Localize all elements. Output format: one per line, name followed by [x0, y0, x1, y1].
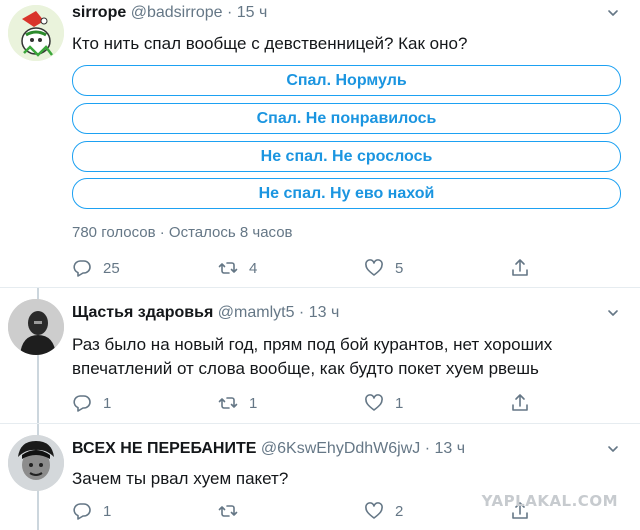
avatar[interactable] — [8, 435, 64, 491]
reply-count: 1 — [103, 502, 112, 520]
user-handle[interactable]: @mamlyt5 — [218, 304, 295, 321]
caret-down-icon[interactable] — [606, 6, 620, 20]
retweet-button[interactable] — [218, 500, 249, 522]
like-icon — [365, 259, 383, 276]
reply-button[interactable]: 1 — [72, 392, 111, 414]
timestamp[interactable]: 13 ч — [435, 440, 466, 457]
watermark: YAPLAKAL.COM — [481, 492, 618, 510]
tweet[interactable]: sirrope @badsirrope · 15 ч Кто нить спал… — [0, 0, 640, 288]
tweet-header: ВСЕХ НЕ ПЕРЕБАНИТЕ @6KswEhyDdhW6jwJ · 13… — [72, 440, 465, 458]
avatar[interactable] — [8, 299, 64, 355]
timestamp[interactable]: 15 ч — [237, 4, 268, 21]
poll-option[interactable]: Не спал. Ну ево нахой — [72, 178, 621, 209]
share-icon — [512, 259, 528, 276]
retweet-count: 1 — [249, 394, 258, 412]
retweet-icon — [218, 397, 238, 409]
like-icon — [365, 502, 383, 519]
tweet-actions: 1 2 — [72, 500, 542, 522]
retweet-count: 4 — [249, 259, 258, 277]
caret-down-icon[interactable] — [606, 306, 620, 320]
tweet[interactable]: Щастья здаровья @mamlyt5 · 13 ч Раз было… — [0, 288, 640, 424]
like-count: 5 — [395, 259, 404, 277]
tweet-header: Щастья здаровья @mamlyt5 · 13 ч — [72, 304, 339, 322]
like-button[interactable]: 1 — [364, 392, 403, 414]
tweet-text: Кто нить спал вообще с девственницей? Ка… — [72, 34, 468, 53]
reply-button[interactable]: 25 — [72, 257, 120, 279]
avatar[interactable] — [8, 5, 64, 61]
poll-option[interactable]: Спал. Нормуль — [72, 65, 621, 96]
display-name[interactable]: ВСЕХ НЕ ПЕРЕБАНИТЕ — [72, 440, 256, 457]
display-name[interactable]: Щастья здаровья — [72, 304, 213, 321]
timestamp[interactable]: 13 ч — [309, 304, 340, 321]
retweet-icon — [218, 505, 238, 517]
display-name[interactable]: sirrope — [72, 4, 126, 21]
separator-dot: · — [227, 4, 233, 21]
retweet-button[interactable]: 4 — [218, 257, 257, 279]
like-icon — [365, 394, 383, 411]
like-button[interactable]: 5 — [364, 257, 403, 279]
like-count: 2 — [395, 502, 404, 520]
reply-count: 25 — [103, 259, 120, 277]
reply-icon — [73, 260, 91, 277]
poll-option[interactable]: Спал. Не понравилось — [72, 103, 621, 134]
user-handle[interactable]: @6KswEhyDdhW6jwJ — [261, 440, 420, 457]
tweet-actions: 25 4 5 — [72, 257, 542, 279]
tweet-text: Раз было на новый год, прям под бой кура… — [72, 335, 553, 378]
reply-button[interactable]: 1 — [72, 500, 111, 522]
share-button[interactable] — [510, 392, 530, 414]
like-count: 1 — [395, 394, 404, 412]
reply-icon — [73, 503, 91, 520]
reply-count: 1 — [103, 394, 112, 412]
tweet-text: Зачем ты рвал хуем пакет? — [72, 469, 289, 488]
tweet-actions: 1 1 1 — [72, 392, 542, 414]
tweet[interactable]: ВСЕХ НЕ ПЕРЕБАНИТЕ @6KswEhyDdhW6jwJ · 13… — [0, 424, 640, 530]
separator-dot: · — [424, 440, 431, 457]
user-handle[interactable]: @badsirrope — [131, 4, 223, 21]
share-button[interactable] — [510, 257, 530, 279]
poll-info: 780 голосов · Осталось 8 часов — [72, 224, 293, 241]
separator-dot: · — [298, 304, 305, 321]
share-icon — [512, 394, 528, 411]
poll-option[interactable]: Не спал. Не срослось — [72, 141, 621, 172]
retweet-button[interactable]: 1 — [218, 392, 257, 414]
reply-icon — [73, 395, 91, 412]
tweet-header: sirrope @badsirrope · 15 ч — [72, 4, 267, 22]
like-button[interactable]: 2 — [364, 500, 403, 522]
caret-down-icon[interactable] — [606, 442, 620, 456]
retweet-icon — [218, 262, 238, 274]
